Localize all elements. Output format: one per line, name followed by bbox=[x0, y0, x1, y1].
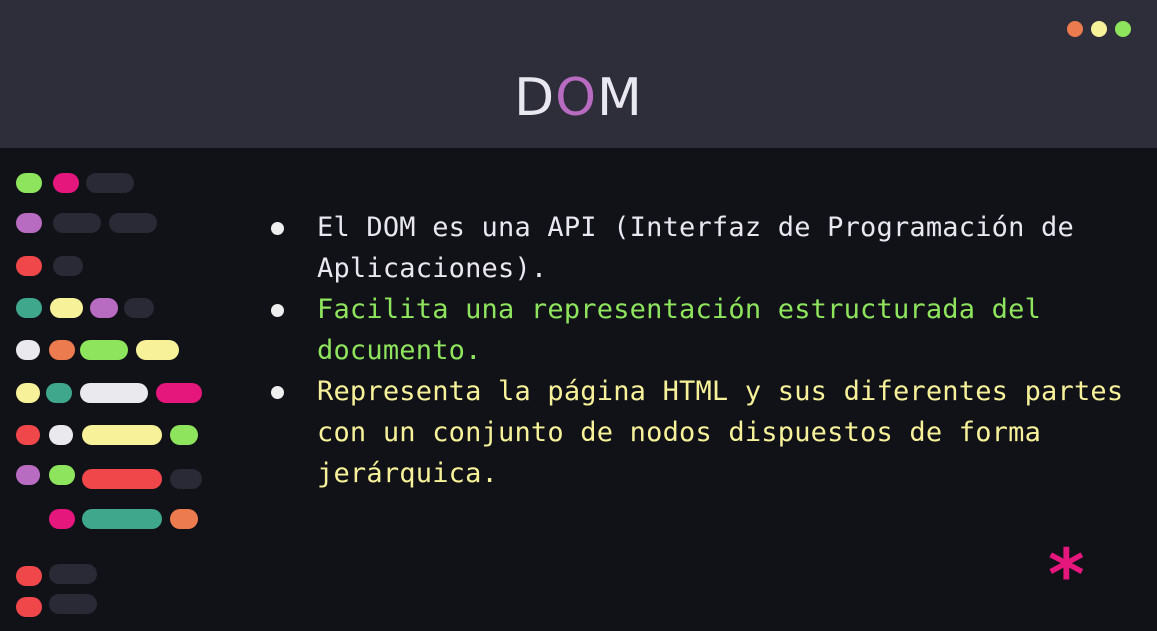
code-pill bbox=[80, 340, 128, 360]
code-pill bbox=[16, 340, 40, 360]
code-pill bbox=[49, 340, 75, 360]
code-pill bbox=[16, 173, 42, 193]
code-pill bbox=[16, 425, 40, 445]
bullet-text: El DOM es una API (Interfaz de Programac… bbox=[317, 212, 1074, 284]
code-pill bbox=[49, 594, 97, 614]
code-pill bbox=[49, 509, 75, 529]
code-pill bbox=[53, 256, 83, 276]
code-pill bbox=[50, 298, 83, 318]
code-pill bbox=[16, 213, 42, 233]
code-pill bbox=[86, 173, 134, 193]
bullet-text: Facilita una representación estructurada… bbox=[317, 294, 1042, 366]
code-pill bbox=[170, 509, 198, 529]
code-pill bbox=[16, 298, 42, 318]
window-controls bbox=[1067, 21, 1131, 37]
bullet-item: El DOM es una API (Interfaz de Programac… bbox=[268, 207, 1128, 289]
code-pill bbox=[170, 469, 202, 489]
bullet-dot bbox=[271, 222, 284, 235]
code-pill bbox=[16, 566, 42, 586]
code-pill bbox=[90, 298, 118, 318]
code-pill bbox=[46, 383, 72, 403]
slide-title: DOM bbox=[514, 68, 643, 128]
bullet-dot bbox=[271, 304, 284, 317]
title-accent-letter: O bbox=[555, 68, 598, 128]
bullet-list: El DOM es una API (Interfaz de Programac… bbox=[268, 207, 1128, 494]
slide-header: DOM bbox=[0, 0, 1157, 148]
bullet-item: Representa la página HTML y sus diferent… bbox=[268, 371, 1128, 494]
code-pill bbox=[49, 465, 75, 485]
code-pill bbox=[16, 465, 40, 485]
bullet-dot bbox=[271, 386, 284, 399]
code-pill bbox=[170, 425, 198, 445]
code-pill bbox=[156, 383, 202, 403]
code-pill bbox=[53, 213, 101, 233]
code-pill bbox=[124, 298, 154, 318]
code-pill bbox=[136, 340, 179, 360]
window-dot-yellow bbox=[1091, 21, 1107, 37]
code-pill bbox=[16, 256, 42, 276]
code-pill bbox=[82, 509, 162, 529]
window-dot-green bbox=[1115, 21, 1131, 37]
code-pill bbox=[109, 213, 157, 233]
code-pill bbox=[53, 173, 79, 193]
code-pill bbox=[80, 383, 148, 403]
window-dot-orange bbox=[1067, 21, 1083, 37]
code-pill bbox=[16, 383, 40, 403]
code-pill bbox=[49, 425, 73, 445]
bullet-text: Representa la página HTML y sus diferent… bbox=[317, 376, 1124, 489]
code-pill bbox=[82, 425, 162, 445]
asterisk-decoration: * bbox=[1048, 534, 1085, 616]
code-pill bbox=[82, 469, 162, 489]
bullet-item: Facilita una representación estructurada… bbox=[268, 289, 1128, 371]
code-pill bbox=[49, 564, 97, 584]
code-pill bbox=[16, 597, 42, 617]
